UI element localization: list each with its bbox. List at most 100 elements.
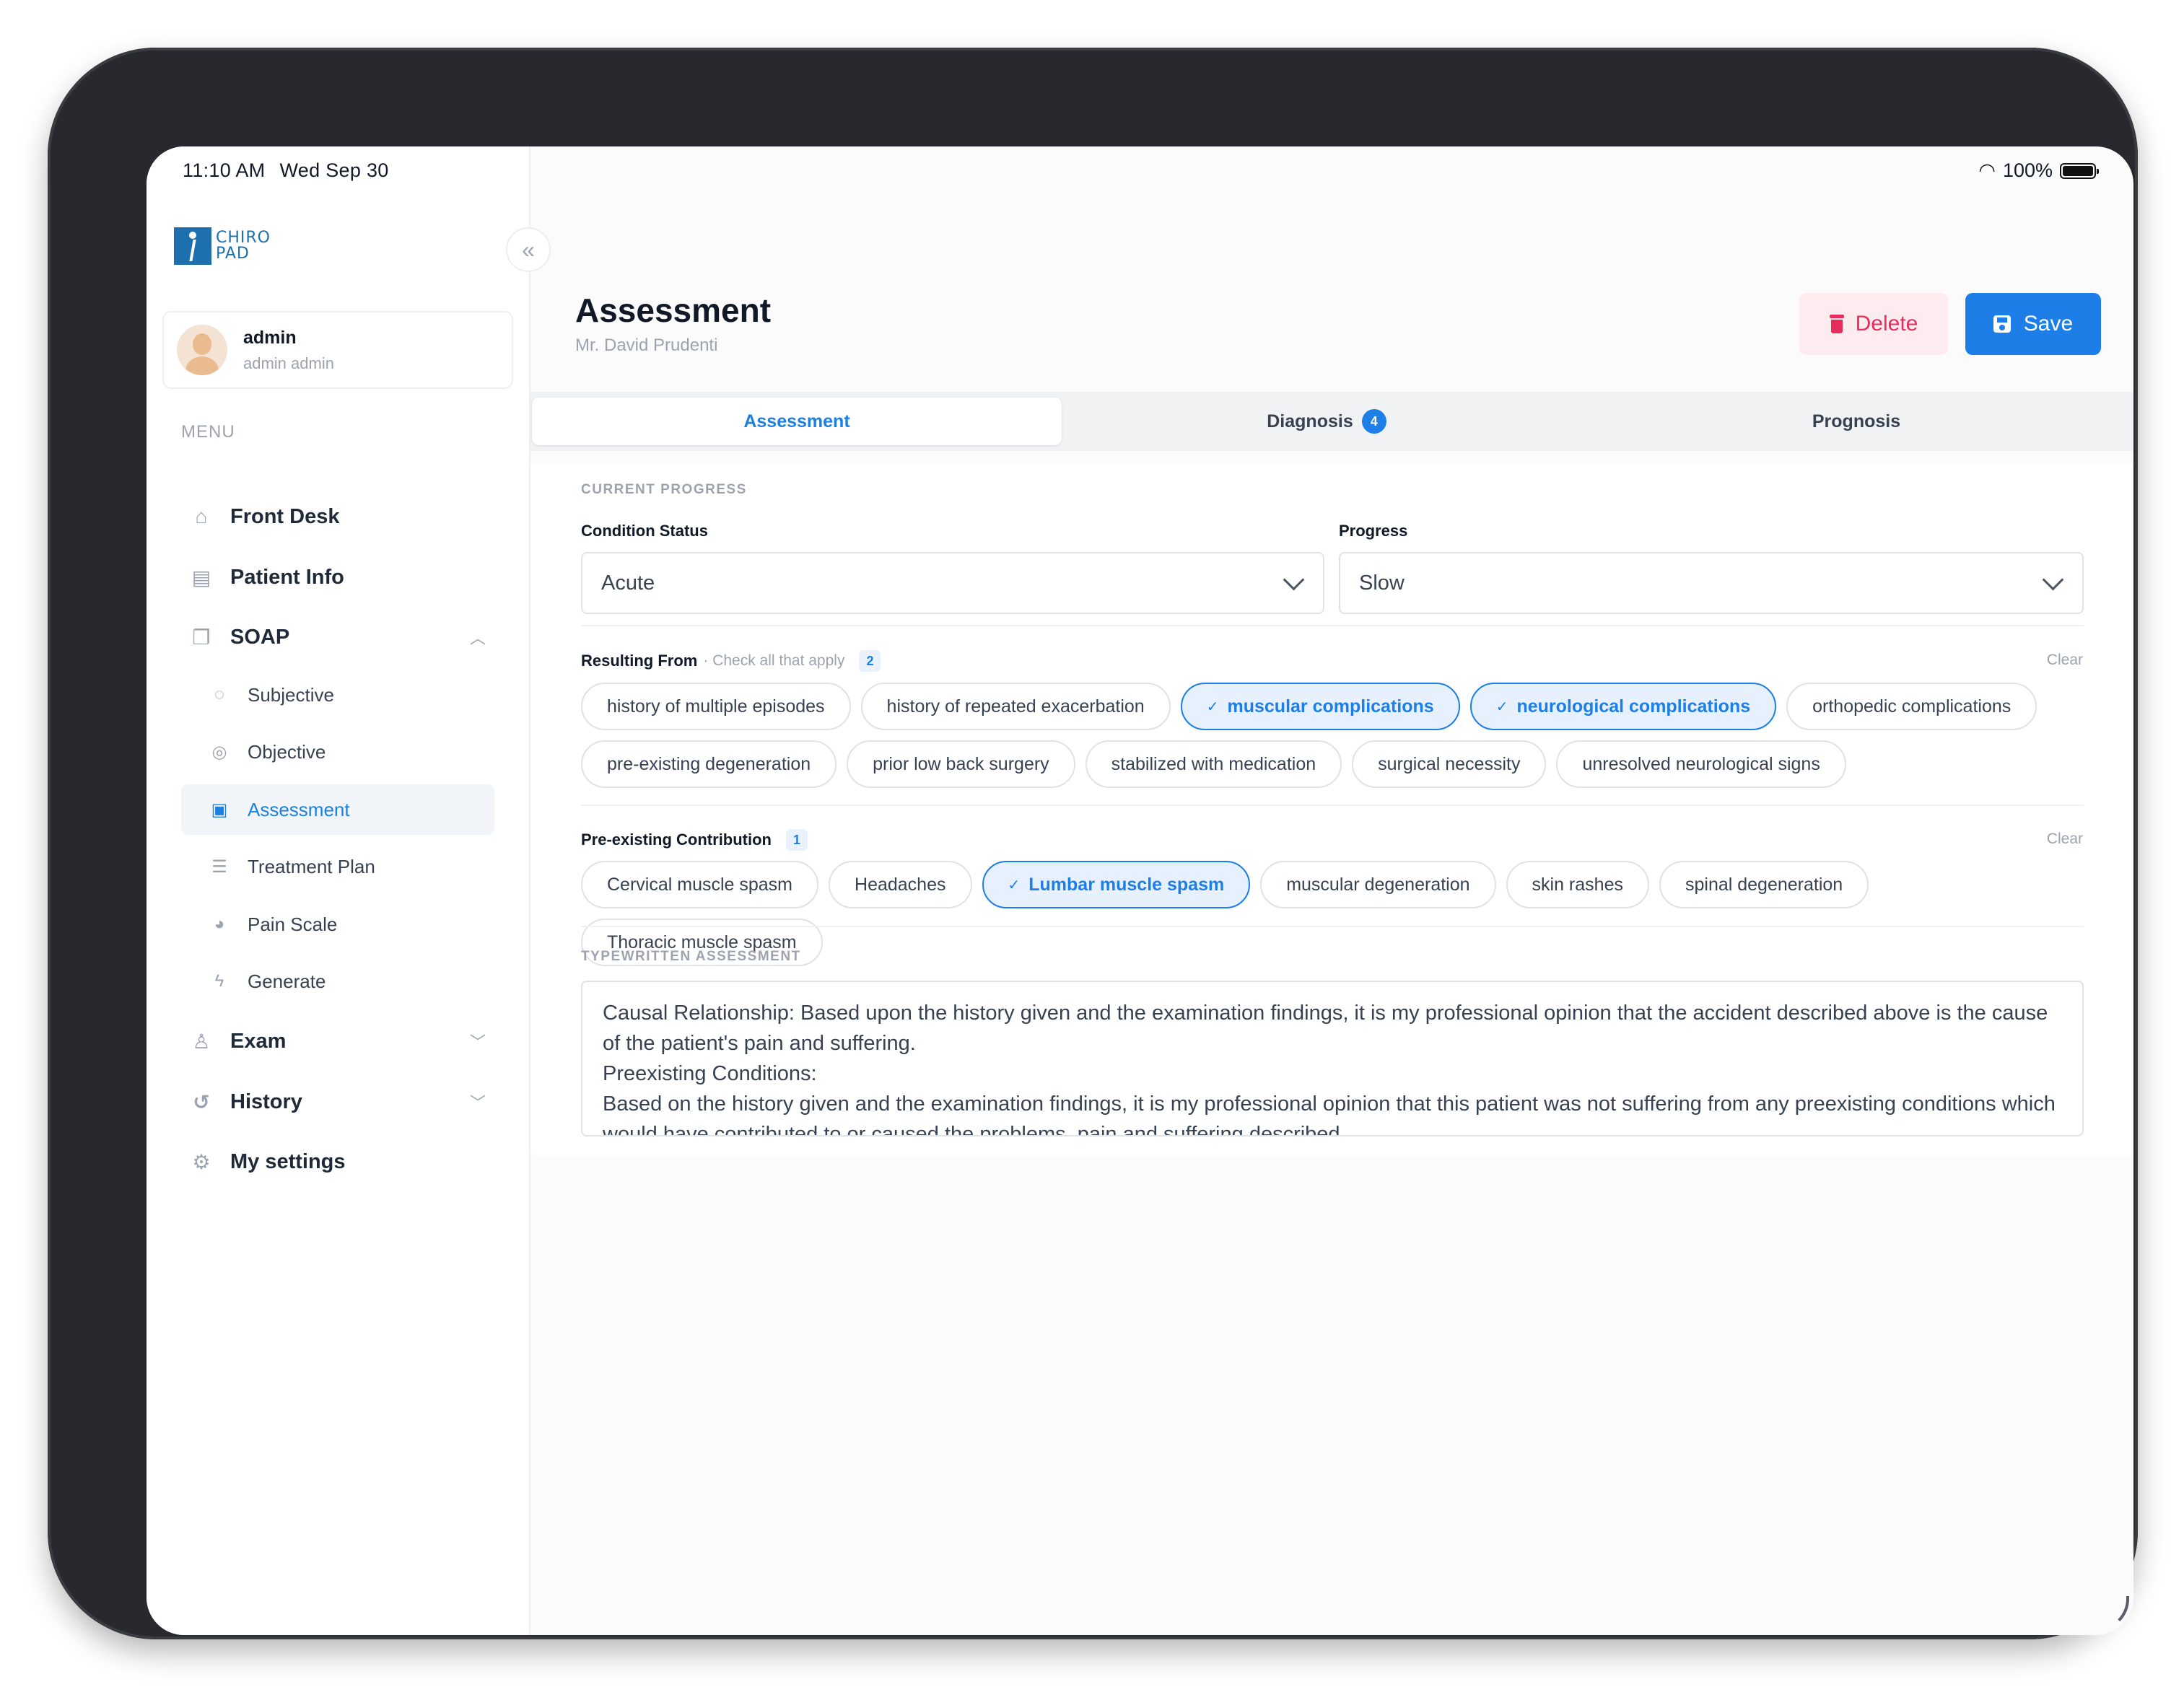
option-chip-label: neurological complications bbox=[1516, 696, 1751, 717]
option-chip[interactable]: orthopedic complications bbox=[1786, 683, 2037, 730]
option-chip-label: muscular complications bbox=[1227, 696, 1434, 717]
status-time: 11:10 AM Wed Sep 30 bbox=[183, 159, 389, 182]
option-chip[interactable]: Headaches bbox=[829, 861, 972, 908]
tab-prognosis[interactable]: Prognosis bbox=[1591, 398, 2121, 445]
typewritten-assessment-textarea[interactable]: Causal Relationship: Based upon the hist… bbox=[581, 981, 2084, 1136]
option-chip[interactable]: history of repeated exacerbation bbox=[860, 683, 1171, 730]
option-chip[interactable]: prior low back surgery bbox=[847, 740, 1075, 788]
logo-text-line1: CHIRO bbox=[216, 229, 271, 247]
sidebar-item-history[interactable]: ↺ History ﹀ bbox=[181, 1077, 494, 1127]
tab-label: Diagnosis bbox=[1267, 411, 1353, 431]
option-chip[interactable]: pre-existing degeneration bbox=[581, 740, 837, 788]
sidebar-item-pain-scale[interactable]: ◕ Pain Scale bbox=[181, 899, 494, 950]
preexisting-title: Pre-existing Contribution bbox=[581, 831, 772, 849]
option-chip-label: muscular degeneration bbox=[1286, 874, 1470, 895]
lightning-icon: ϟ bbox=[214, 971, 224, 991]
sidebar-item-assessment[interactable]: ▣ Assessment bbox=[181, 784, 494, 835]
option-chip[interactable]: muscular degeneration bbox=[1260, 861, 1496, 908]
sidebar-item-subjective[interactable]: ◌ Subjective bbox=[181, 670, 494, 720]
condition-status-select[interactable]: Acute bbox=[581, 552, 1324, 614]
option-chip-label: orthopedic complications bbox=[1812, 696, 2012, 717]
wifi-icon: ◠ bbox=[1978, 159, 1996, 181]
preexisting-clear-link[interactable]: Clear bbox=[2047, 831, 2083, 848]
option-chip[interactable]: surgical necessity bbox=[1352, 740, 1547, 788]
battery-icon bbox=[2060, 162, 2099, 179]
user-name: admin bbox=[243, 327, 297, 348]
delete-button[interactable]: Delete bbox=[1799, 293, 1948, 355]
save-button[interactable]: Save bbox=[1965, 293, 2101, 355]
sidebar-item-label: SOAP bbox=[230, 625, 290, 649]
tab-label: Assessment bbox=[743, 411, 850, 431]
option-chip[interactable]: skin rashes bbox=[1506, 861, 1649, 908]
option-chip[interactable]: unresolved neurological signs bbox=[1556, 740, 1846, 788]
option-chip[interactable]: spinal degeneration bbox=[1659, 861, 1869, 908]
option-chip-label: Lumbar muscle spasm bbox=[1028, 874, 1225, 895]
chat-icon: ◌ bbox=[214, 685, 225, 704]
tab-assessment[interactable]: Assessment bbox=[532, 398, 1062, 445]
option-chip[interactable]: Cervical muscle spasm bbox=[581, 861, 819, 908]
option-chip-label: history of multiple episodes bbox=[607, 696, 825, 717]
main-content: ◠ 100% Assessment Mr. David Prudenti Del… bbox=[530, 146, 2133, 1635]
trash-icon bbox=[1829, 315, 1844, 333]
option-chip-label: prior low back surgery bbox=[873, 753, 1049, 774]
option-chip-label: pre-existing degeneration bbox=[607, 753, 811, 774]
resulting-from-clear-link[interactable]: Clear bbox=[2047, 652, 2083, 669]
id-card-icon: ▤ bbox=[191, 566, 211, 589]
option-chip[interactable]: ✓ muscular complications bbox=[1180, 683, 1460, 730]
sidebar-item-my-settings[interactable]: ⚙ My settings bbox=[181, 1136, 494, 1187]
progress-value: Slow bbox=[1359, 571, 1405, 595]
user-subtitle: admin admin bbox=[243, 354, 334, 372]
sidebar-item-patient-info[interactable]: ▤ Patient Info bbox=[181, 552, 494, 602]
typewritten-caption: TYPEWRITTEN ASSESSMENT bbox=[581, 949, 801, 964]
chevron-down-icon: ﹀ bbox=[469, 1094, 486, 1112]
option-chip-label: spinal degeneration bbox=[1685, 874, 1843, 895]
option-chip[interactable]: history of multiple episodes bbox=[581, 683, 851, 730]
sidebar-item-soap[interactable]: ❐ SOAP ︿ bbox=[181, 612, 494, 662]
divider bbox=[581, 805, 2084, 806]
option-chip[interactable]: stabilized with medication bbox=[1085, 740, 1342, 788]
option-chip-label: surgical necessity bbox=[1378, 753, 1521, 774]
logo-text-line2: PAD bbox=[216, 245, 250, 263]
current-progress-caption: CURRENT PROGRESS bbox=[581, 482, 747, 497]
app-logo[interactable]: CHIRO PAD bbox=[174, 227, 271, 265]
tab-diagnosis[interactable]: Diagnosis 4 bbox=[1062, 398, 1591, 445]
gauge-icon: ◕ bbox=[214, 914, 225, 934]
logo-mark-icon bbox=[174, 227, 211, 265]
clipboard-check-icon: ▣ bbox=[211, 799, 228, 820]
progress-select[interactable]: Slow bbox=[1339, 552, 2084, 614]
status-date: Wed Sep 30 bbox=[279, 159, 389, 181]
sidebar-item-treatment-plan[interactable]: ☰ Treatment Plan bbox=[181, 841, 494, 892]
person-icon: ♙ bbox=[192, 1030, 211, 1053]
sidebar: 11:10 AM Wed Sep 30 CHIRO PAD admin admin… bbox=[147, 146, 530, 1635]
option-chip-label: unresolved neurological signs bbox=[1582, 753, 1820, 774]
sidebar-item-label: History bbox=[230, 1090, 302, 1113]
sidebar-item-label: My settings bbox=[230, 1149, 346, 1173]
collapse-sidebar-button[interactable]: « bbox=[506, 227, 551, 272]
gear-icon: ⚙ bbox=[192, 1150, 211, 1173]
resulting-from-count: 2 bbox=[859, 650, 881, 672]
chevron-down-icon: ﹀ bbox=[469, 1033, 486, 1051]
resulting-from-label: Resulting From · Check all that apply 2 bbox=[581, 650, 881, 672]
sidebar-item-front-desk[interactable]: ⌂ Front Desk bbox=[181, 491, 494, 542]
option-chip[interactable]: ✓ neurological complications bbox=[1469, 683, 1777, 730]
progress-label: Progress bbox=[1339, 522, 1408, 540]
double-chevron-left-icon: « bbox=[522, 236, 535, 263]
sidebar-item-label: Treatment Plan bbox=[248, 855, 375, 877]
status-right: ◠ 100% bbox=[1978, 159, 2099, 182]
sidebar-item-exam[interactable]: ♙ Exam ﹀ bbox=[181, 1016, 494, 1066]
sidebar-item-label: Exam bbox=[230, 1029, 287, 1053]
save-icon bbox=[1993, 315, 2011, 333]
sidebar-item-objective[interactable]: ◎ Objective bbox=[181, 727, 494, 777]
option-chip[interactable]: ✓ Lumbar muscle spasm bbox=[982, 861, 1251, 908]
preexisting-label: Pre-existing Contribution 1 bbox=[581, 829, 808, 851]
preexisting-count: 1 bbox=[786, 829, 808, 851]
resulting-from-chips: history of multiple episodes history of r… bbox=[581, 683, 2089, 788]
sidebar-item-generate[interactable]: ϟ Generate bbox=[181, 956, 494, 1007]
avatar bbox=[177, 325, 227, 375]
target-icon: ◎ bbox=[211, 742, 227, 762]
check-icon: ✓ bbox=[1008, 877, 1021, 893]
option-chip-label: Cervical muscle spasm bbox=[607, 874, 793, 895]
user-card[interactable]: admin admin admin bbox=[162, 311, 513, 389]
page-title: Assessment bbox=[575, 292, 772, 329]
assessment-text-line: Causal Relationship: Based upon the hist… bbox=[603, 1002, 2048, 1055]
